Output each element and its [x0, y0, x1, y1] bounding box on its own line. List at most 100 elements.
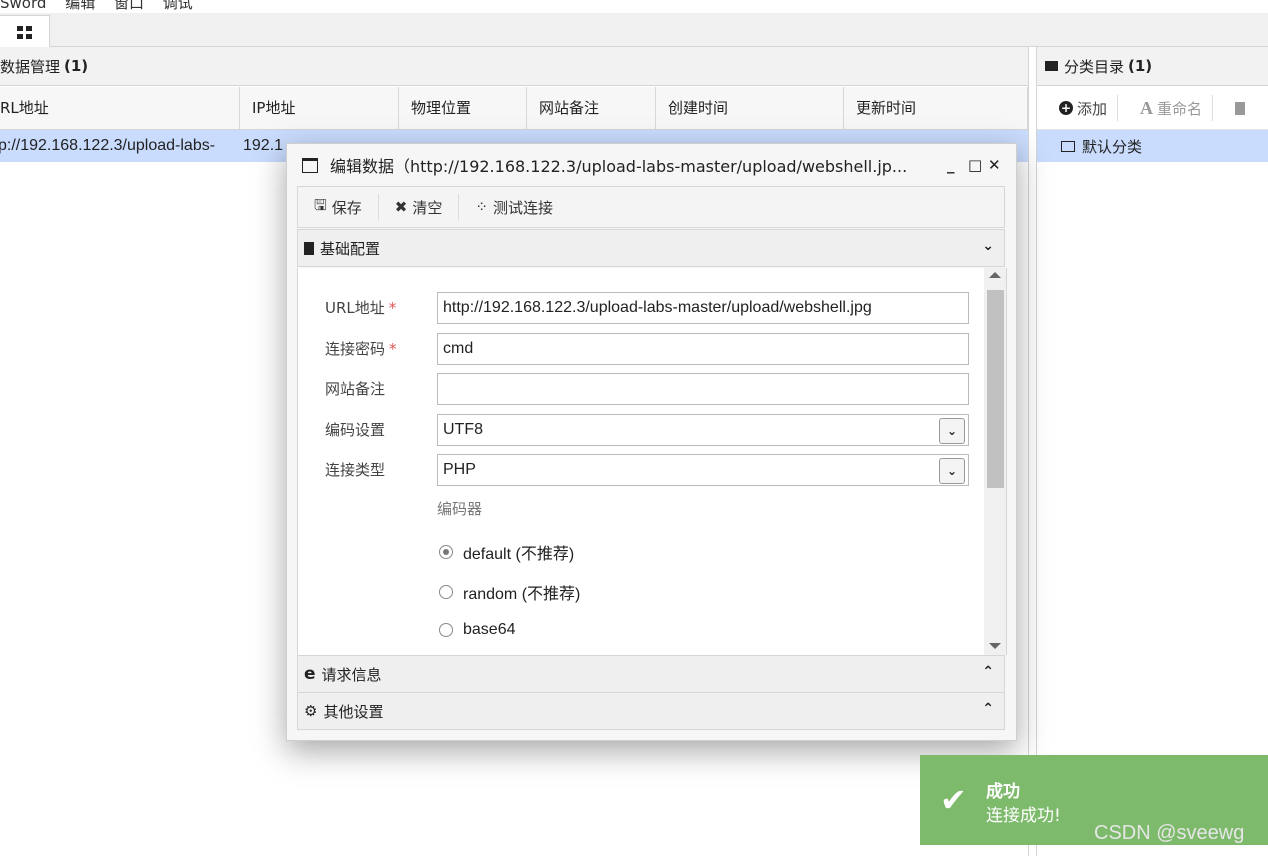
encoder-option-label: base64 [463, 621, 516, 638]
row-ip: 192.1 [243, 137, 284, 154]
section-request-label: 请求信息 [321, 665, 382, 684]
minimize-icon[interactable]: _ [947, 156, 955, 174]
type-value: PHP [443, 461, 476, 478]
save-button[interactable]: 🖫 保存 [298, 195, 378, 220]
encoder-option-base64[interactable]: base64 [439, 621, 516, 639]
scroll-up-icon[interactable] [989, 272, 1001, 278]
url-input[interactable]: http://192.168.122.3/upload-labs-master/… [437, 292, 969, 324]
encoding-select[interactable]: UTF8 ⌄ [437, 414, 969, 446]
url-row: URL地址 * http://192.168.122.3/upload-labs-… [298, 291, 984, 325]
category-count: (1) [1128, 57, 1153, 75]
radio-selected-icon [439, 545, 453, 559]
section-basic-config[interactable]: 基础配置 ⌄ [297, 229, 1005, 267]
dialog-toolbar: 🖫 保存 ✖ 清空 ⁘ 测试连接 [297, 186, 1005, 228]
dialog-titlebar[interactable]: 编辑数据（http://192.168.122.3/upload-labs-ma… [287, 144, 1016, 186]
toast-title: 成功 [986, 782, 1020, 802]
plus-circle-icon: + [1059, 101, 1073, 115]
chevron-up-icon: ⌃ [982, 701, 994, 717]
encoder-option-default[interactable]: default (不推荐) [439, 540, 574, 564]
form-scrollbar[interactable] [984, 268, 1006, 655]
watermark: CSDN @sveewg [1094, 822, 1245, 844]
save-label: 保存 [331, 198, 362, 217]
menu-debug[interactable]: 调试 [163, 0, 193, 12]
chevron-down-icon[interactable]: ⌄ [939, 418, 965, 444]
rename-category-button[interactable]: A 重命名 [1118, 98, 1212, 119]
font-icon: A [1140, 97, 1154, 118]
tab-home[interactable] [0, 15, 50, 48]
table-header: RL地址 IP地址 物理位置 网站备注 创建时间 更新时间 [0, 87, 1028, 130]
toast-message: 连接成功! [986, 806, 1061, 826]
times-icon: ✖ [394, 198, 408, 216]
chevron-down-icon[interactable]: ⌄ [939, 458, 965, 484]
encoding-value: UTF8 [443, 421, 483, 438]
menu-app[interactable]: Sword [0, 0, 46, 12]
scroll-thumb[interactable] [987, 290, 1004, 488]
grid-icon [16, 25, 32, 39]
encoding-row: 编码设置 UTF8 ⌄ [298, 413, 984, 447]
tab-bar [0, 13, 1268, 48]
add-category-button[interactable]: + 添加 [1037, 98, 1117, 119]
chevron-down-icon: ⌄ [982, 238, 994, 254]
basic-config-form: URL地址 * http://192.168.122.3/upload-labs-… [297, 268, 1007, 655]
menu-window[interactable]: 窗口 [114, 0, 144, 12]
delete-category-button[interactable] [1213, 101, 1255, 115]
check-icon: ✔ [940, 781, 967, 819]
folder-open-icon [1061, 140, 1075, 152]
category-item-label: 默认分类 [1082, 137, 1143, 156]
floppy-icon: 🖫 [314, 195, 327, 214]
password-input[interactable]: cmd [437, 333, 969, 365]
encoder-label: 编码器 [437, 500, 483, 518]
panel-title: 数据管理 [0, 57, 61, 76]
encoder-option-label: default (不推荐) [463, 546, 575, 563]
row-url: p://192.168.122.3/upload-labs- [0, 137, 216, 154]
window-icon [302, 157, 318, 173]
col-note[interactable]: 网站备注 [527, 87, 656, 129]
note-label: 网站备注 [325, 380, 386, 398]
panel-count: (1) [64, 57, 89, 75]
type-label: 连接类型 [325, 461, 386, 479]
maximize-icon[interactable]: □ [968, 156, 982, 174]
encoder-option-label: random (不推荐) [463, 586, 581, 603]
dialog-title: 编辑数据（http://192.168.122.3/upload-labs-ma… [330, 157, 908, 176]
category-item-default[interactable]: 默认分类 [1037, 130, 1268, 162]
col-location[interactable]: 物理位置 [399, 87, 527, 129]
chevron-up-icon: ⌃ [982, 664, 994, 680]
note-row: 网站备注 [298, 372, 984, 406]
category-header: 分类目录 (1) [1037, 47, 1268, 86]
clear-label: 清空 [412, 198, 443, 217]
col-ip[interactable]: IP地址 [240, 87, 399, 129]
type-row: 连接类型 PHP ⌄ [298, 453, 984, 487]
note-input[interactable] [437, 373, 969, 405]
add-label: 添加 [1077, 99, 1108, 118]
section-basic-label: 基础配置 [320, 239, 381, 258]
menu-edit[interactable]: 编辑 [65, 0, 95, 12]
category-toolbar: + 添加 A 重命名 [1037, 87, 1268, 130]
radio-icon [439, 623, 453, 637]
menu-bar: Sword 编辑 窗口 调试 [0, 0, 1268, 12]
folder-icon [1045, 61, 1058, 71]
section-other-label: 其他设置 [323, 702, 384, 721]
url-label: URL地址 * [325, 299, 397, 317]
encoding-label: 编码设置 [325, 421, 386, 439]
section-request-info[interactable]: e 请求信息 ⌃ [297, 655, 1005, 693]
test-label: 测试连接 [492, 198, 553, 217]
section-other-settings[interactable]: ⚙ 其他设置 ⌃ [297, 692, 1005, 730]
test-connection-button[interactable]: ⁘ 测试连接 [459, 197, 569, 218]
category-title: 分类目录 [1064, 57, 1125, 76]
category-panel: 分类目录 (1) + 添加 A 重命名 默认分类 [1036, 47, 1268, 856]
col-updated[interactable]: 更新时间 [844, 87, 1028, 129]
encoder-option-random[interactable]: random (不推荐) [439, 580, 580, 604]
col-url[interactable]: RL地址 [0, 87, 240, 129]
close-icon[interactable]: ✕ [988, 156, 1001, 174]
type-select[interactable]: PHP ⌄ [437, 454, 969, 486]
spinner-icon: ⁘ [475, 198, 488, 216]
file-icon [304, 241, 314, 255]
password-label: 连接密码 * [325, 340, 397, 358]
globe-icon: e [304, 664, 316, 684]
col-created[interactable]: 创建时间 [656, 87, 844, 129]
cogs-icon: ⚙ [304, 702, 318, 720]
scroll-down-icon[interactable] [989, 643, 1001, 649]
clear-button[interactable]: ✖ 清空 [379, 197, 459, 218]
edit-data-dialog: 编辑数据（http://192.168.122.3/upload-labs-ma… [286, 143, 1017, 741]
rename-label: 重命名 [1157, 99, 1203, 118]
